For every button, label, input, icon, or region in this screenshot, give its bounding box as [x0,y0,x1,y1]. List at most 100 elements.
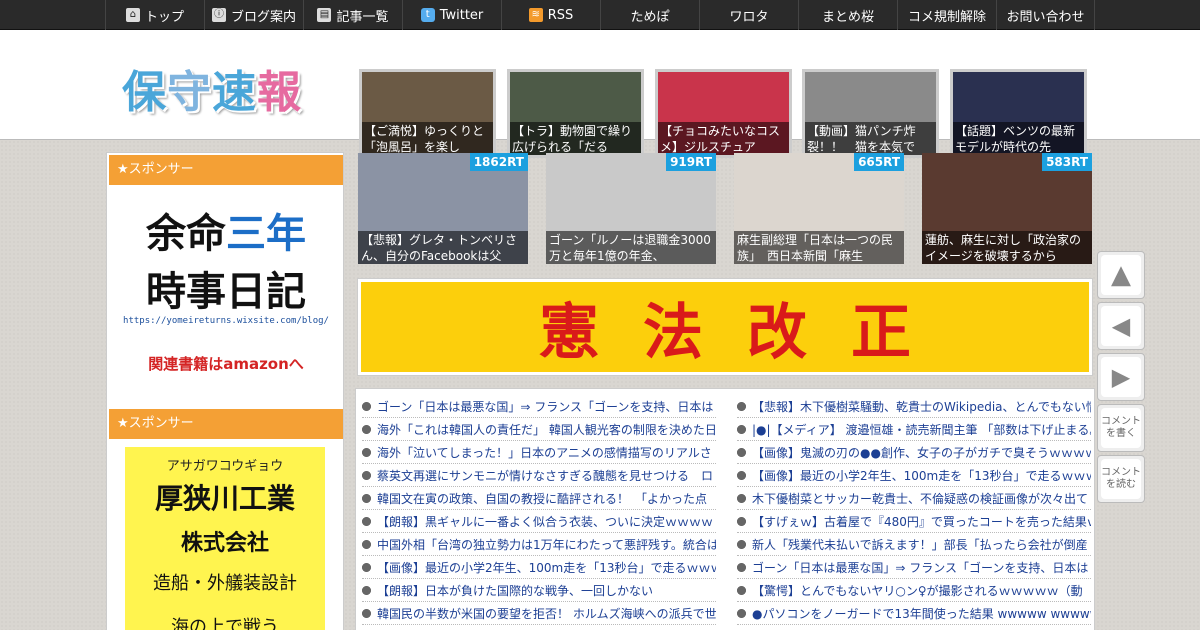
news-link-text: 【朗報】日本が負けた国際的な戦争、一回しかない [377,583,654,598]
sponsor-ad-yomei[interactable]: 余命三年 時事日記 https://yomeireturns.wixsite.c… [109,191,343,381]
info-icon: ⓘ [211,8,226,22]
news-link-text: 【悲報】木下優樹菜騒動、乾貴士のWikipedia、とんでもない情 [752,399,1091,414]
ad-title-line2: 時事日記 [146,269,306,315]
news-link[interactable]: ●パソコンをノーガードで13年間使った結果 wwwww wwwww wwww [737,602,1091,625]
featured-article[interactable]: 【トラ】動物園で繰り広げられる「だる [507,69,644,158]
news-link-text: 【画像】最近の小学2年生、100m走を「13秒台」で走るｗｗｗ [377,560,716,575]
retweet-article[interactable]: 1862RT 【悲報】グレタ・トンベリさん、自分のFacebookは父 [358,153,528,264]
news-link[interactable]: ゴーン「日本は最悪な国」⇒ フランス「ゴーンを支持、日本は [362,395,716,418]
nav-item[interactable]: ▤ 記事一覧 [303,0,402,30]
news-link-text: 【すげぇｗ】古着屋で『480円』で買ったコートを売った結果ｗ [752,514,1091,529]
news-link-text: 蔡英文再選にサンモニが情けなさすぎる醜態を見せつける ロ [377,468,714,483]
news-link[interactable]: 【画像】鬼滅の刃の●●創作、女子の子がガチで臭そうｗｗｗｗ [737,441,1091,464]
news-link[interactable]: ゴーン「日本は最悪な国」⇒ フランス「ゴーンを支持、日本は [737,556,1091,579]
news-link-text: 木下優樹菜とサッカー乾貴士、不倫疑惑の検証画像が次々出て [752,491,1089,506]
nav-item-label: ためぽ [630,9,670,25]
nav-item[interactable]: t Twitter [402,0,501,30]
nav-item[interactable]: ≋ RSS [501,0,600,30]
nav-item[interactable]: コメ規制解除 [897,0,996,30]
news-link-text: 【驚愕】とんでもないヤリ○ン♀が撮影されるｗｗｗｗｗ（動 [752,583,1083,598]
news-link[interactable]: 海外「これは韓国人の責任だ」 韓国人観光客の制限を決めた日 [362,418,716,441]
news-link[interactable]: 中国外相「台湾の独立勢力は1万年にわたって悪評残す。統合は [362,533,716,556]
nav-item-label: RSS [547,7,574,23]
retweet-count-badge: 919RT [666,153,716,171]
ad-company-kana: アサガワコウギョウ [166,459,284,474]
news-link[interactable]: 【驚愕】とんでもないヤリ○ン♀が撮影されるｗｗｗｗｗ（動 [737,579,1091,602]
chevron-right-icon: ▶ [1101,357,1141,397]
news-link-text: 【朗報】黒ギャルに一番よく似合う衣装、ついに決定ｗｗｗｗ [377,514,714,529]
retweet-count-badge: 1862RT [469,153,528,171]
news-list: ゴーン「日本は最悪な国」⇒ フランス「ゴーンを支持、日本は 海外「これは韓国人の責… [355,388,1095,630]
logo-char: 保 [122,67,167,118]
retweet-article-title: ゴーン「ルノーは退職金3000万と毎年1億の年金、 [546,231,716,264]
ad-url: https://yomeireturns.wixsite.com/blog/ [123,316,329,326]
nav-item-label: 記事一覧 [336,9,389,25]
news-link[interactable]: 【画像】最近の小学2年生、100m走を「13秒台」で走るｗｗｗ [362,556,716,579]
read-comment-button[interactable]: コメントを読む [1097,455,1145,503]
banner-char: 改 [747,297,807,368]
chevron-left-icon: ◀ [1101,306,1141,346]
ad-company-business: 造船・外艤装設計 [153,573,297,594]
news-link[interactable]: 【朗報】日本が負けた国際的な戦争、一回しかない [362,579,716,602]
retweet-article[interactable]: 919RT ゴーン「ルノーは退職金3000万と毎年1億の年金、 [546,153,716,264]
news-link-text: 韓国文在寅の政策、自国の教授に酷評される！ 「よかった点 [377,491,708,506]
news-link-text: 【画像】最近の小学2年生、100m走を「13秒台」で走るｗｗｗ [752,468,1091,483]
retweet-article[interactable]: 665RT 麻生副総理「日本は一つの民族」 西日本新聞「麻生 [734,153,904,264]
featured-article[interactable]: 【話題】ベンツの最新モデルが時代の先 [950,69,1087,158]
nav-item-label: トップ [144,9,184,25]
news-link[interactable]: 韓国文在寅の政策、自国の教授に酷評される！ 「よかった点 [362,487,716,510]
write-comment-button[interactable]: コメントを書く [1097,404,1145,452]
nav-item[interactable]: ためぽ [600,0,699,30]
nav-item[interactable]: お問い合わせ [996,0,1095,30]
news-link[interactable]: |●|【メディア】 渡邉恒雄・読売新聞主筆 「部数は下げ止まる。 [737,418,1091,441]
news-link[interactable]: 新人「残業代未払いで訴えます！」部長「払ったら会社が倒産 [737,533,1091,556]
scroll-top-button[interactable]: ▲ [1097,251,1145,299]
news-link[interactable]: 韓国民の半数が米国の要望を拒否！ ホルムズ海峡への派兵で世 [362,602,716,625]
featured-article[interactable]: 【ご満悦】ゆっくりと「泡風呂」を楽し [359,69,496,158]
nav-item[interactable]: まとめ桜 [798,0,897,30]
featured-article-title: 【トラ】動物園で繰り広げられる「だる [510,122,641,155]
sponsor-ad-asagawa[interactable]: アサガワコウギョウ 厚狭川工業 株式会社 造船・外艤装設計 海の上で戦う [125,447,325,630]
featured-article-title: 【チョコみたいなコスメ】ジルスチュア [658,122,789,155]
ad-company-type: 株式会社 [180,531,269,556]
forward-button[interactable]: ▶ [1097,353,1145,401]
retweet-article[interactable]: 583RT 蓮舫、麻生に対し「政治家のイメージを破壊するから [922,153,1092,264]
banner-char: 正 [851,297,911,368]
news-link[interactable]: 蔡英文再選にサンモニが情けなさすぎる醜態を見せつける ロ [362,464,716,487]
nav-item[interactable]: ⓘ ブログ案内 [204,0,303,30]
site-logo[interactable]: 保守速報 [122,56,302,120]
retweet-article-title: 【悲報】グレタ・トンベリさん、自分のFacebookは父 [358,231,528,264]
retweet-count-badge: 583RT [1042,153,1092,171]
news-link-text: |●|【メディア】 渡邉恒雄・読売新聞主筆 「部数は下げ止まる。 [752,422,1091,437]
retweet-count-badge: 665RT [854,153,904,171]
news-link-text: 海外「泣いてしまった！」日本のアニメの感情描写のリアルさ [377,445,712,460]
sidebar: ★スポンサー 余命三年 時事日記 https://yomeireturns.wi… [106,152,344,630]
nav-item[interactable]: ⌂ トップ [105,0,204,30]
news-link[interactable]: 【すげぇｗ】古着屋で『480円』で買ったコートを売った結果ｗ [737,510,1091,533]
featured-article[interactable]: 【チョコみたいなコスメ】ジルスチュア [655,69,792,158]
news-link-text: 【画像】鬼滅の刃の●●創作、女子の子がガチで臭そうｗｗｗｗ [752,445,1091,460]
list-icon: ▤ [317,8,332,22]
news-link[interactable]: 木下優樹菜とサッカー乾貴士、不倫疑惑の検証画像が次々出て [737,487,1091,510]
logo-char: 守 [167,67,212,118]
retweet-article-title: 蓮舫、麻生に対し「政治家のイメージを破壊するから [922,231,1092,264]
back-button[interactable]: ◀ [1097,302,1145,350]
featured-article-title: 【話題】ベンツの最新モデルが時代の先 [953,122,1084,155]
news-link-text: ゴーン「日本は最悪な国」⇒ フランス「ゴーンを支持、日本は [377,399,714,414]
news-link[interactable]: 【画像】最近の小学2年生、100m走を「13秒台」で走るｗｗｗ [737,464,1091,487]
news-link[interactable]: 【悲報】木下優樹菜騒動、乾貴士のWikipedia、とんでもない情 [737,395,1091,418]
banner-inner: 憲 法 改 正 [361,282,1089,372]
nav-item[interactable]: ワロタ [699,0,798,30]
top-navigation: ⌂ トップ ⓘ ブログ案内 ▤ 記事一覧 t Twitter ≋ RSS ためぽ ワロタ まとめ桜 コメ規… [0,0,1200,30]
news-link[interactable]: 海外「泣いてしまった！」日本のアニメの感情描写のリアルさ [362,441,716,464]
news-link-text: ゴーン「日本は最悪な国」⇒ フランス「ゴーンを支持、日本は [752,560,1089,575]
read-comment-label: コメントを読む [1101,459,1141,499]
nav-item-label: コメ規制解除 [907,9,986,25]
ad-title-text: 余命 [146,211,226,257]
news-link[interactable]: 【朗報】黒ギャルに一番よく似合う衣装、ついに決定ｗｗｗｗ [362,510,716,533]
featured-article[interactable]: 【動画】猫パンチ炸裂！！ 猫を本気で [802,69,939,158]
news-link-text: 海外「これは韓国人の責任だ」 韓国人観光客の制限を決めた日 [377,422,716,437]
constitution-banner[interactable]: 憲 法 改 正 [357,278,1093,376]
ad-amazon-link[interactable]: 関連書籍はamazonへ [109,353,343,374]
twitter-icon: t [420,8,435,22]
